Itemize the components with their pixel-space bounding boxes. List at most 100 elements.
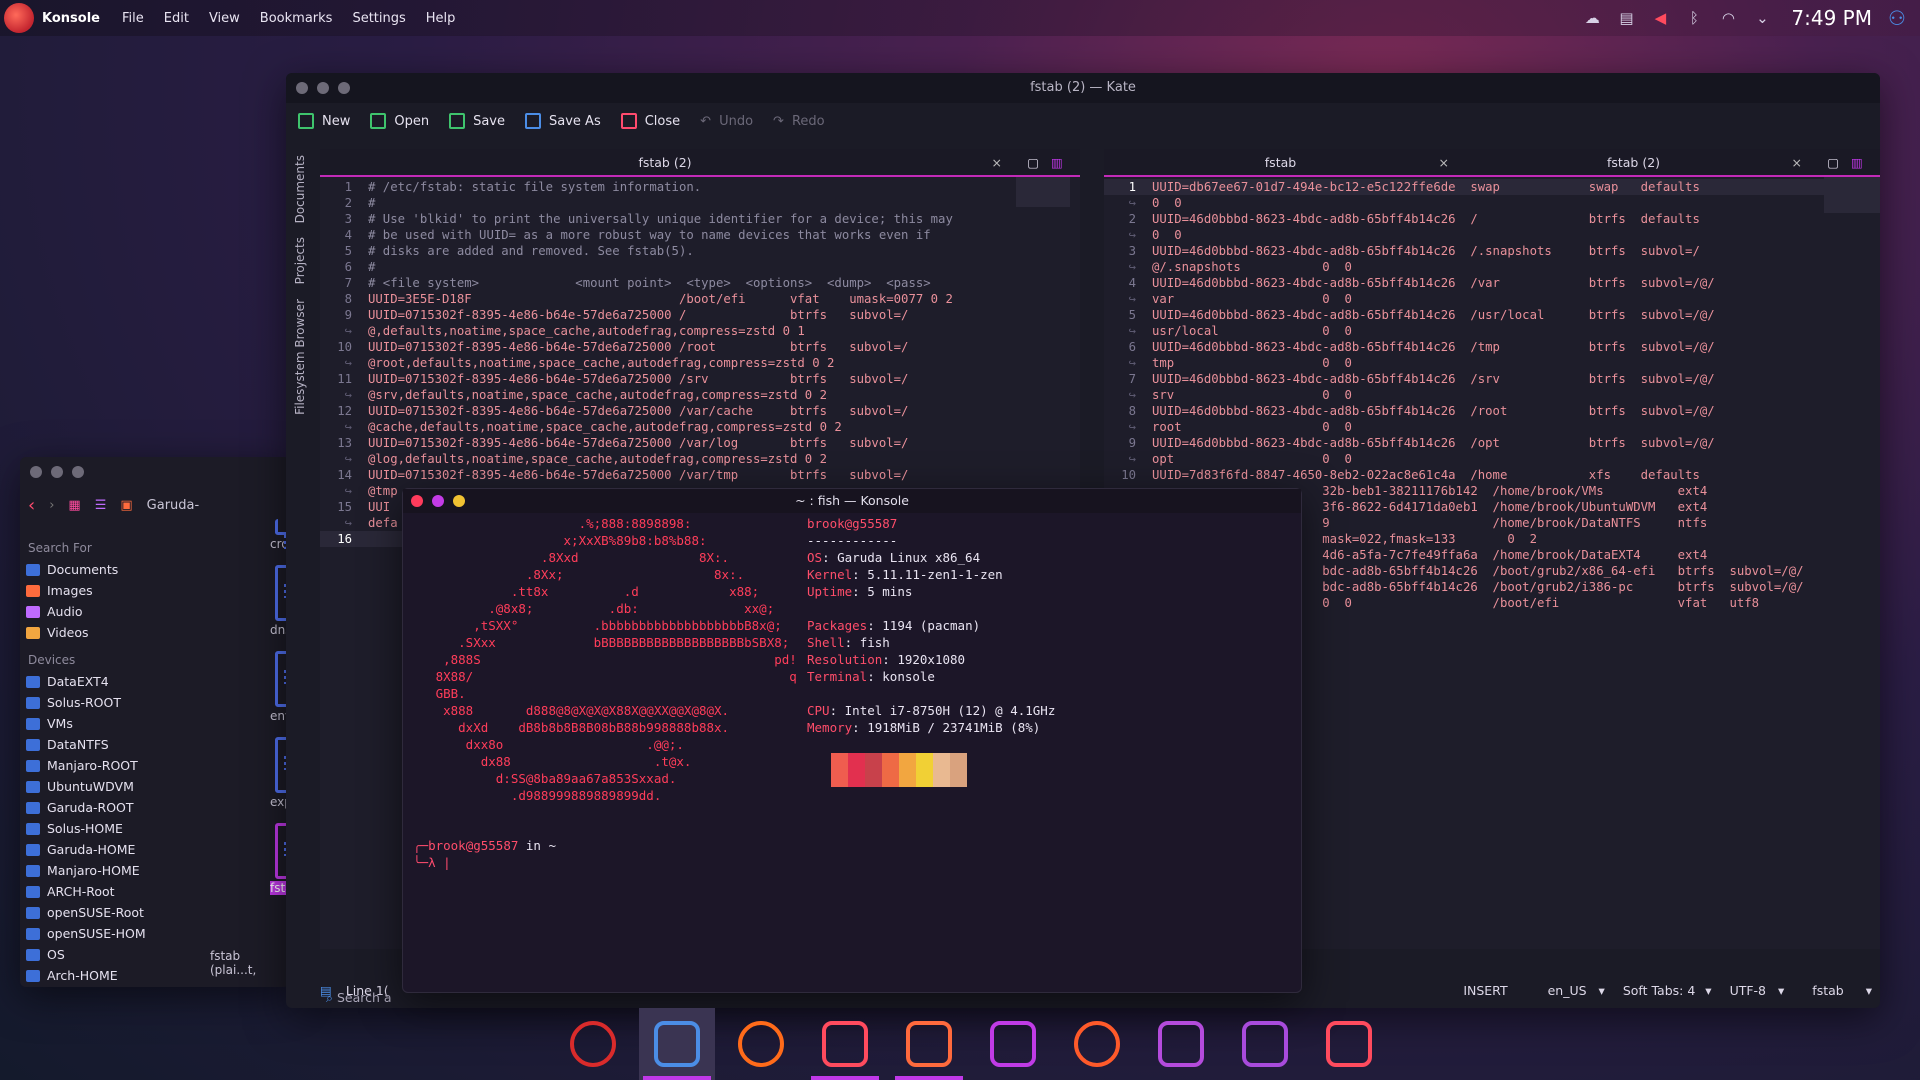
- device-item[interactable]: Garuda-HOME: [26, 839, 206, 860]
- code-line[interactable]: 1 UUID=db67ee67-01d7-494e-bc12-e5c122ffe6…: [1104, 179, 1880, 195]
- file-name[interactable]: expo: [270, 795, 299, 809]
- code-line[interactable]: ↪ @cache,defaults,noatime,space_cache,aut…: [320, 419, 1080, 435]
- device-item[interactable]: ARCH-Root: [26, 881, 206, 902]
- redo-button[interactable]: ↷ Redo: [773, 114, 825, 129]
- minimize-window-button[interactable]: [51, 466, 63, 478]
- code-line[interactable]: 3 # Use 'blkid' to print the universally …: [320, 211, 1080, 227]
- dictionary-select[interactable]: en_US: [1548, 983, 1587, 998]
- code-line[interactable]: ↪ 0 0: [1104, 195, 1880, 211]
- tab-fstab[interactable]: fstab ×: [1104, 155, 1457, 170]
- tool-tab-documents[interactable]: Documents: [293, 155, 307, 223]
- menu-file[interactable]: File: [122, 11, 144, 26]
- new-document-icon[interactable]: ▢: [1827, 155, 1839, 170]
- tab-fstab-2[interactable]: fstab (2) ×: [320, 155, 1010, 170]
- firedragon-launcher[interactable]: [723, 1008, 799, 1080]
- code-line[interactable]: 6 UUID=46d0bbbd-8623-4bdc-ad8b-65bff4b14c…: [1104, 339, 1880, 355]
- close-window-button[interactable]: [411, 495, 423, 507]
- place-images[interactable]: Images: [26, 580, 206, 601]
- save-button[interactable]: Save: [449, 113, 505, 129]
- code-line[interactable]: 7 # <file system> <mount point> <type> <o…: [320, 275, 1080, 291]
- minimap-left[interactable]: [1016, 177, 1070, 207]
- device-item[interactable]: Manjaro-ROOT: [26, 755, 206, 776]
- menu-view[interactable]: View: [209, 11, 240, 26]
- kde-connect-launcher[interactable]: [1227, 1008, 1303, 1080]
- konsole-launcher[interactable]: [639, 1008, 715, 1080]
- maximize-window-button[interactable]: [338, 82, 350, 94]
- close-tab-icon[interactable]: ×: [1439, 155, 1449, 170]
- encoding-select[interactable]: UTF-8: [1730, 983, 1766, 998]
- forward-icon[interactable]: ›: [49, 498, 54, 513]
- device-item[interactable]: VMs: [26, 713, 206, 734]
- garuda-logo-launcher[interactable]: [555, 1008, 631, 1080]
- menu-edit[interactable]: Edit: [164, 11, 189, 26]
- bluetooth-icon[interactable]: ᛒ: [1685, 9, 1703, 27]
- code-line[interactable]: ↪ 0 0: [1104, 227, 1880, 243]
- code-line[interactable]: ↪ @,defaults,noatime,space_cache,autodefr…: [320, 323, 1080, 339]
- code-line[interactable]: 2 UUID=46d0bbbd-8623-4bdc-ad8b-65bff4b14c…: [1104, 211, 1880, 227]
- code-line[interactable]: 7 UUID=46d0bbbd-8623-4bdc-ad8b-65bff4b14c…: [1104, 371, 1880, 387]
- code-line[interactable]: ↪ var 0 0: [1104, 291, 1880, 307]
- screenshot-launcher[interactable]: [1311, 1008, 1387, 1080]
- software-store-launcher[interactable]: [1143, 1008, 1219, 1080]
- menu-settings[interactable]: Settings: [352, 11, 405, 26]
- code-line[interactable]: 8 UUID=3E5E-D18F /boot/efi vfat umask=007…: [320, 291, 1080, 307]
- file-manager-launcher[interactable]: [807, 1008, 883, 1080]
- close-window-button[interactable]: [30, 466, 42, 478]
- maximize-window-button[interactable]: [72, 466, 84, 478]
- place-audio[interactable]: Audio: [26, 601, 206, 622]
- music-launcher[interactable]: [1059, 1008, 1135, 1080]
- tab-fstab-2[interactable]: fstab (2) ×: [1457, 155, 1810, 170]
- code-line[interactable]: ↪ @log,defaults,noatime,space_cache,autod…: [320, 451, 1080, 467]
- split-pane-icon[interactable]: ▥: [1851, 155, 1863, 170]
- device-item[interactable]: DataEXT4: [26, 671, 206, 692]
- menu-help[interactable]: Help: [426, 11, 456, 26]
- tool-tab-filesystem-browser[interactable]: Filesystem Browser: [293, 299, 307, 415]
- open-button[interactable]: Open: [370, 113, 429, 129]
- code-line[interactable]: 10 UUID=0715302f-8395-4e86-b64e-57de6a725…: [320, 339, 1080, 355]
- clipboard-icon[interactable]: ▤: [1617, 9, 1635, 27]
- chevron-down-icon[interactable]: ⌄: [1753, 9, 1771, 27]
- icon-view-icon[interactable]: ▦: [68, 498, 80, 513]
- device-item[interactable]: Solus-HOME: [26, 818, 206, 839]
- device-item[interactable]: openSUSE-HOM: [26, 923, 206, 944]
- code-line[interactable]: 8 UUID=46d0bbbd-8623-4bdc-ad8b-65bff4b14c…: [1104, 403, 1880, 419]
- minimap-right[interactable]: [1824, 177, 1880, 213]
- details-view-icon[interactable]: ☰: [95, 498, 107, 513]
- device-item[interactable]: Manjaro-HOME: [26, 860, 206, 881]
- update-icon[interactable]: ☁: [1583, 9, 1601, 27]
- location-breadcrumb[interactable]: Garuda-: [147, 498, 200, 513]
- device-item[interactable]: openSUSE-Root: [26, 902, 206, 923]
- minimize-window-button[interactable]: [432, 495, 444, 507]
- code-line[interactable]: 14 UUID=0715302f-8395-4e86-b64e-57de6a725…: [320, 467, 1080, 483]
- input-mode[interactable]: INSERT: [1463, 983, 1507, 998]
- syntax-select[interactable]: fstab: [1812, 983, 1843, 998]
- device-item[interactable]: Solus-ROOT: [26, 692, 206, 713]
- device-item[interactable]: Garuda-ROOT: [26, 797, 206, 818]
- code-line[interactable]: 12 UUID=0715302f-8395-4e86-b64e-57de6a725…: [320, 403, 1080, 419]
- code-line[interactable]: 1 # /etc/fstab: static file system inform…: [320, 179, 1080, 195]
- volume-muted-icon[interactable]: ◀: [1651, 9, 1669, 27]
- code-line[interactable]: 13 UUID=0715302f-8395-4e86-b64e-57de6a725…: [320, 435, 1080, 451]
- code-line[interactable]: 5 # disks are added and removed. See fsta…: [320, 243, 1080, 259]
- code-line[interactable]: ↪ opt 0 0: [1104, 451, 1880, 467]
- menu-bookmarks[interactable]: Bookmarks: [260, 11, 333, 26]
- code-line[interactable]: 9 UUID=0715302f-8395-4e86-b64e-57de6a7250…: [320, 307, 1080, 323]
- text-editor-launcher[interactable]: [891, 1008, 967, 1080]
- code-line[interactable]: ↪ @srv,defaults,noatime,space_cache,autod…: [320, 387, 1080, 403]
- code-line[interactable]: 4 # be used with UUID= as a more robust w…: [320, 227, 1080, 243]
- split-pane-icon[interactable]: ▥: [1051, 155, 1063, 170]
- device-item[interactable]: DataNTFS: [26, 734, 206, 755]
- code-line[interactable]: 11 UUID=0715302f-8395-4e86-b64e-57de6a725…: [320, 371, 1080, 387]
- shell-prompt[interactable]: ╭─brook@g55587 in ~ ╰─λ |: [413, 837, 556, 871]
- code-line[interactable]: 6 #: [320, 259, 1080, 275]
- maximize-window-button[interactable]: [453, 495, 465, 507]
- back-icon[interactable]: ‹: [28, 495, 35, 516]
- device-item[interactable]: OS: [26, 944, 206, 965]
- code-line[interactable]: ↪ @/.snapshots 0 0: [1104, 259, 1880, 275]
- code-line[interactable]: 2 #: [320, 195, 1080, 211]
- code-line[interactable]: 3 UUID=46d0bbbd-8623-4bdc-ad8b-65bff4b14c…: [1104, 243, 1880, 259]
- file-name[interactable]: environ: [270, 709, 315, 723]
- undo-button[interactable]: ↶ Undo: [700, 114, 753, 129]
- app-launcher-icon[interactable]: [4, 3, 34, 33]
- device-item[interactable]: UbuntuWDVM: [26, 776, 206, 797]
